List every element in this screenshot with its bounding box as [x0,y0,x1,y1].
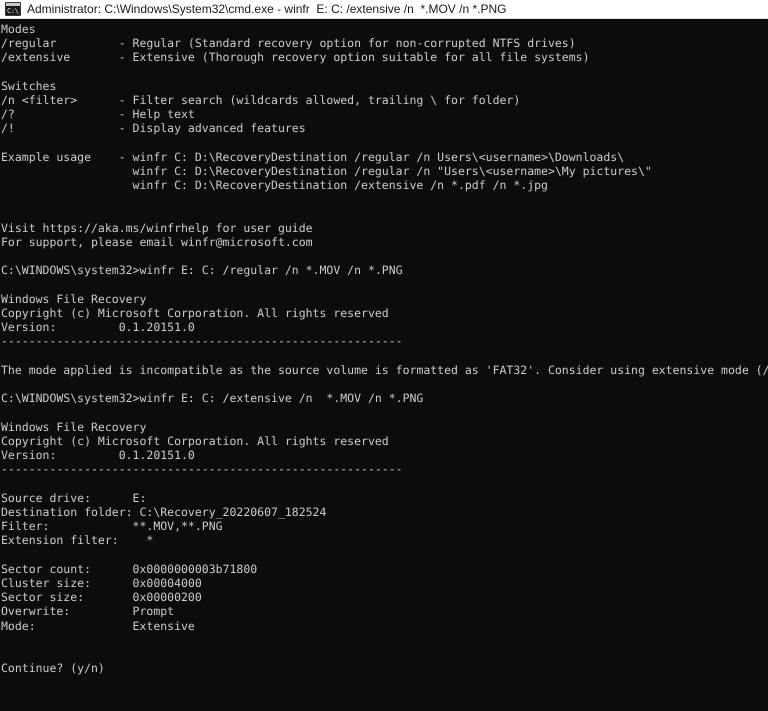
console-line: C:\WINDOWS\system32>winfr E: C: /extensi… [1,391,424,406]
console-line: ----------------------------------------… [1,334,403,349]
console-line: winfr C: D:\RecoveryDestination /regular… [1,164,652,179]
console-line: /extensive - Extensive (Thorough recover… [1,50,590,65]
console-line: Copyright (c) Microsoft Corporation. All… [1,306,389,321]
console-line: Sector size: 0x00000200 [1,590,202,605]
console-line: winfr C: D:\RecoveryDestination /extensi… [1,178,548,193]
console-line: Version: 0.1.20151.0 [1,320,195,335]
console-line: Windows File Recovery [1,291,147,306]
console-line: /n <filter> - Filter search (wildcards a… [1,93,521,108]
window-title-bar[interactable]: C:\ Administrator: C:\Windows\System32\c… [0,0,768,19]
console-line: /? - Help text [1,107,195,122]
console-line: /! - Display advanced features [1,121,306,136]
console-line: Cluster size: 0x00004000 [1,575,202,590]
console-text: Modes/regular - Regular (Standard recove… [1,22,768,675]
console-line: Mode: Extensive [1,618,195,633]
console-line: Visit https://aka.ms/winfrhelp for user … [1,220,313,235]
console-line: Filter: **.MOV,**.PNG [1,519,223,534]
console-line: Sector count: 0x0000000003b71800 [1,561,258,576]
console-line: Version: 0.1.20151.0 [1,448,195,463]
window-title-text: Administrator: C:\Windows\System32\cmd.e… [27,2,507,16]
console-line: Example usage - winfr C: D:\RecoveryDest… [1,149,625,164]
console-line: Modes [1,22,36,36]
cmd-icon-title-strip [6,3,20,6]
console-line: Windows File Recovery [1,419,147,434]
cmd-icon-prompt-glyph: C:\ [7,7,19,15]
console-line: Switches [1,78,57,93]
console-line: For support, please email winfr@microsof… [1,235,313,250]
console-line: Source drive: E: [1,490,147,505]
console-line: C:\WINDOWS\system32>winfr E: C: /regular… [1,263,403,278]
console-line: Destination folder: C:\Recovery_20220607… [1,504,327,519]
console-line: Extension filter: * [1,533,154,548]
console-line: /regular - Regular (Standard recovery op… [1,36,576,51]
console-output-area[interactable]: Modes/regular - Regular (Standard recove… [0,19,768,711]
console-line: Continue? (y/n) [1,661,105,676]
console-line: Overwrite: Prompt [1,604,175,619]
console-line: Copyright (c) Microsoft Corporation. All… [1,433,389,448]
cmd-console-icon: C:\ [5,2,21,16]
console-line: ----------------------------------------… [1,462,403,477]
console-line: The mode applied is incompatible as the … [1,362,768,377]
